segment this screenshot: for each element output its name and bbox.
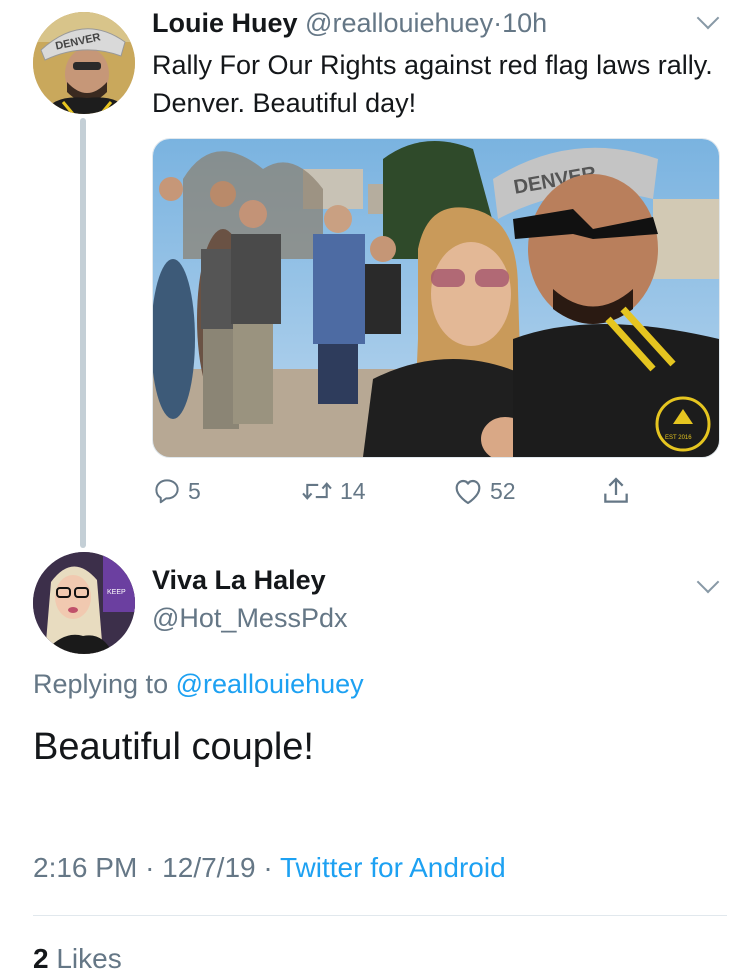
share-button[interactable] [600, 474, 632, 508]
author-avatar[interactable]: DENVER [33, 12, 135, 114]
reply-time: 2:16 PM [33, 852, 138, 883]
reply-count: 5 [188, 477, 201, 504]
tweet-text: Rally For Our Rights against red flag la… [152, 50, 713, 118]
replying-prefix: Replying to [33, 669, 169, 699]
retweet-icon [302, 482, 332, 500]
tweet-actions: 5 14 52 [152, 474, 652, 508]
reply-author-name[interactable]: Viva La Haley [152, 565, 326, 596]
reply-avatar-image: KEEP [33, 552, 135, 654]
photo-patch-text: EST 2016 [665, 435, 692, 441]
thread-connector-line [80, 118, 86, 548]
reply-source[interactable]: Twitter for Android [280, 852, 506, 883]
reply-text: Beautiful couple! [33, 726, 314, 768]
likes-summary[interactable]: 2 Likes [33, 943, 122, 975]
tweet-photo[interactable]: DENVER EST 2016 [152, 138, 720, 458]
like-count: 52 [490, 477, 516, 504]
header-separator: · [493, 8, 503, 38]
like-button[interactable]: 52 [452, 474, 516, 508]
reply-meta: 2:16 PM · 12/7/19 · Twitter for Android [33, 852, 506, 884]
reply-chevron-down-icon[interactable] [696, 570, 720, 594]
avatar-image: DENVER [33, 12, 135, 114]
chevron-down-icon[interactable] [696, 6, 720, 30]
retweet-count: 14 [340, 477, 366, 504]
replying-to: Replying to @reallouiehuey [33, 669, 364, 700]
like-icon [455, 479, 481, 505]
reply-author-handle[interactable]: @Hot_MessPdx [152, 603, 347, 634]
author-handle[interactable]: @reallouiehuey [305, 8, 493, 38]
tweet-time[interactable]: 10h [502, 8, 547, 38]
replying-to-handle[interactable]: @reallouiehuey [176, 669, 364, 699]
reply-date: 12/7/19 [162, 852, 256, 883]
meta-separator-1: · [145, 852, 155, 883]
reply-button[interactable]: 5 [152, 474, 201, 508]
tweet-header: Louie Huey @reallouiehuey·10h [152, 8, 547, 39]
reply-icon [155, 479, 179, 504]
likes-count: 2 [33, 943, 49, 974]
reply-author-avatar[interactable]: KEEP [33, 552, 135, 654]
photo-image: DENVER EST 2016 [153, 139, 719, 457]
meta-separator-2: · [263, 852, 273, 883]
retweet-button[interactable]: 14 [300, 474, 366, 508]
divider [33, 915, 727, 916]
share-icon [604, 477, 628, 503]
likes-label: Likes [56, 943, 122, 974]
reply-avatar-sign-text: KEEP [107, 589, 126, 596]
author-name[interactable]: Louie Huey [152, 8, 298, 38]
